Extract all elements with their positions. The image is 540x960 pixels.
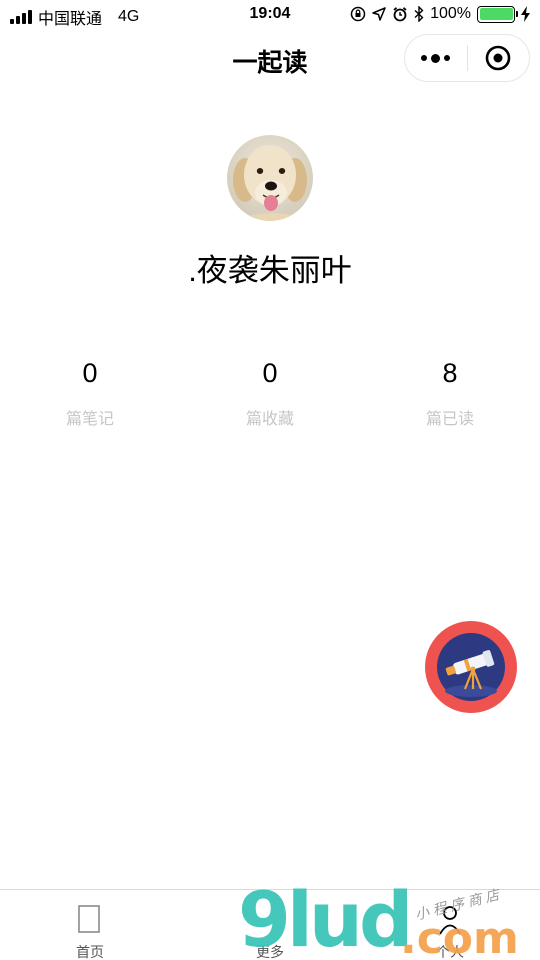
more-dots-icon[interactable] xyxy=(405,35,467,81)
stat-read[interactable]: 8 篇已读 xyxy=(390,355,510,429)
stat-label: 篇已读 xyxy=(425,411,474,428)
tab-profile[interactable]: 个人 xyxy=(360,890,540,960)
status-right: 100% xyxy=(350,5,530,23)
tab-label: 首页 xyxy=(76,944,104,960)
home-icon xyxy=(78,905,100,933)
battery-percent: 100% xyxy=(430,5,471,22)
stat-value: 8 xyxy=(442,358,458,388)
avatar[interactable] xyxy=(227,135,313,221)
lock-rotation-icon xyxy=(350,6,366,22)
nav-bar: 一起读 xyxy=(0,30,540,88)
tab-bar: 首页 更多 个人 xyxy=(0,889,540,960)
tab-label: 个人 xyxy=(436,944,464,960)
username: .夜袭朱丽叶 xyxy=(188,253,352,288)
tab-label: 更多 xyxy=(256,944,284,960)
battery-level xyxy=(479,8,513,20)
stat-value: 0 xyxy=(82,358,98,388)
tab-home[interactable]: 首页 xyxy=(0,890,180,960)
stat-value: 0 xyxy=(262,358,278,388)
alarm-icon xyxy=(393,7,407,22)
capsule-menu xyxy=(404,34,530,82)
charging-icon xyxy=(521,6,530,22)
stat-label: 篇收藏 xyxy=(245,411,294,428)
stat-notes[interactable]: 0 篇笔记 xyxy=(30,355,150,429)
status-bar: 中国联通 4G 19:04 100% xyxy=(0,0,540,30)
close-target-icon[interactable] xyxy=(467,35,529,81)
discover-fab-button[interactable] xyxy=(425,621,517,713)
stat-favorites[interactable]: 0 篇收藏 xyxy=(210,355,330,429)
battery-icon xyxy=(477,5,518,23)
person-icon xyxy=(439,906,461,935)
bluetooth-icon xyxy=(414,6,424,22)
tab-more[interactable]: 更多 xyxy=(180,890,360,960)
telescope-icon xyxy=(437,633,505,701)
stat-label: 篇笔记 xyxy=(65,411,114,428)
location-icon xyxy=(372,7,386,21)
